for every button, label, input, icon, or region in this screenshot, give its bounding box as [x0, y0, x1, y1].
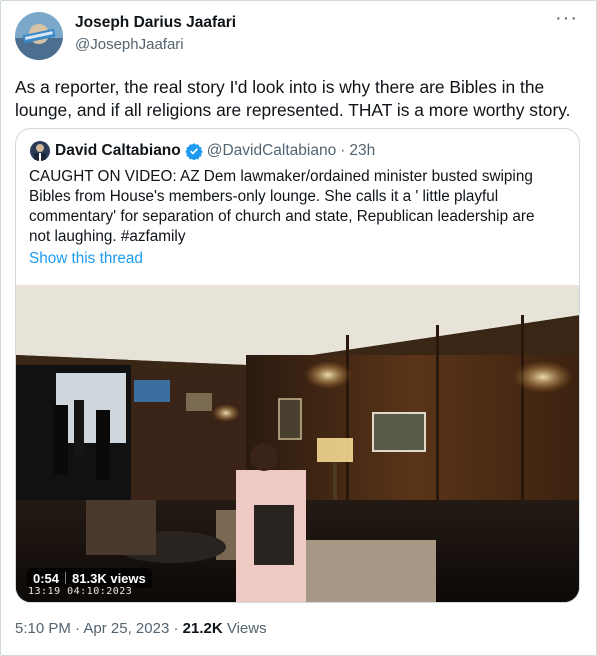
tweet-meta: 5:10 PM · Apr 25, 2023 · 21.2K Views — [15, 620, 267, 637]
video-views-badge: 0:54 81.3K views — [27, 568, 152, 588]
video-duration: 0:54 — [33, 570, 60, 586]
tweet-card: Joseph Darius Jaafari @JosephJaafari ···… — [0, 0, 597, 656]
quoted-author-name: David Caltabiano — [55, 142, 181, 159]
video-views: 81.3K views — [72, 570, 146, 586]
meta-separator: · — [169, 620, 183, 637]
tweet-time[interactable]: 5:10 PM — [15, 620, 71, 637]
quoted-timestamp: 23h — [349, 142, 376, 159]
tweet-date[interactable]: Apr 25, 2023 — [83, 620, 169, 637]
views-count: 21.2K — [182, 620, 223, 637]
meta-separator: · — [70, 620, 84, 637]
quoted-tweet[interactable]: David Caltabiano @DavidCaltabiano · 23h … — [15, 128, 580, 603]
verified-badge-icon — [185, 143, 203, 160]
video-frame — [16, 285, 579, 602]
show-thread-link[interactable]: Show this thread — [29, 250, 143, 268]
video-player[interactable]: 0:54 81.3K views 13:19 04:10:2023 — [16, 285, 579, 602]
author-name[interactable]: Joseph Darius Jaafari — [75, 14, 236, 32]
video-timestamp-overlay: 13:19 04:10:2023 — [28, 586, 133, 597]
badge-divider — [65, 572, 67, 584]
tweet-text: As a reporter, the real story I'd look i… — [15, 77, 571, 120]
quoted-author-avatar — [30, 141, 50, 161]
quoted-tweet-text: CAUGHT ON VIDEO: AZ Dem lawmaker/ordaine… — [29, 168, 535, 245]
more-icon[interactable]: ··· — [555, 7, 578, 30]
quoted-tweet-header: David Caltabiano @DavidCaltabiano · 23h — [30, 141, 375, 161]
views-label: Views — [222, 620, 267, 637]
quoted-header-separator: · — [340, 142, 346, 159]
quoted-author-handle: @DavidCaltabiano — [206, 142, 337, 159]
author-handle[interactable]: @JosephJaafari — [75, 36, 184, 53]
author-avatar[interactable] — [15, 12, 63, 60]
